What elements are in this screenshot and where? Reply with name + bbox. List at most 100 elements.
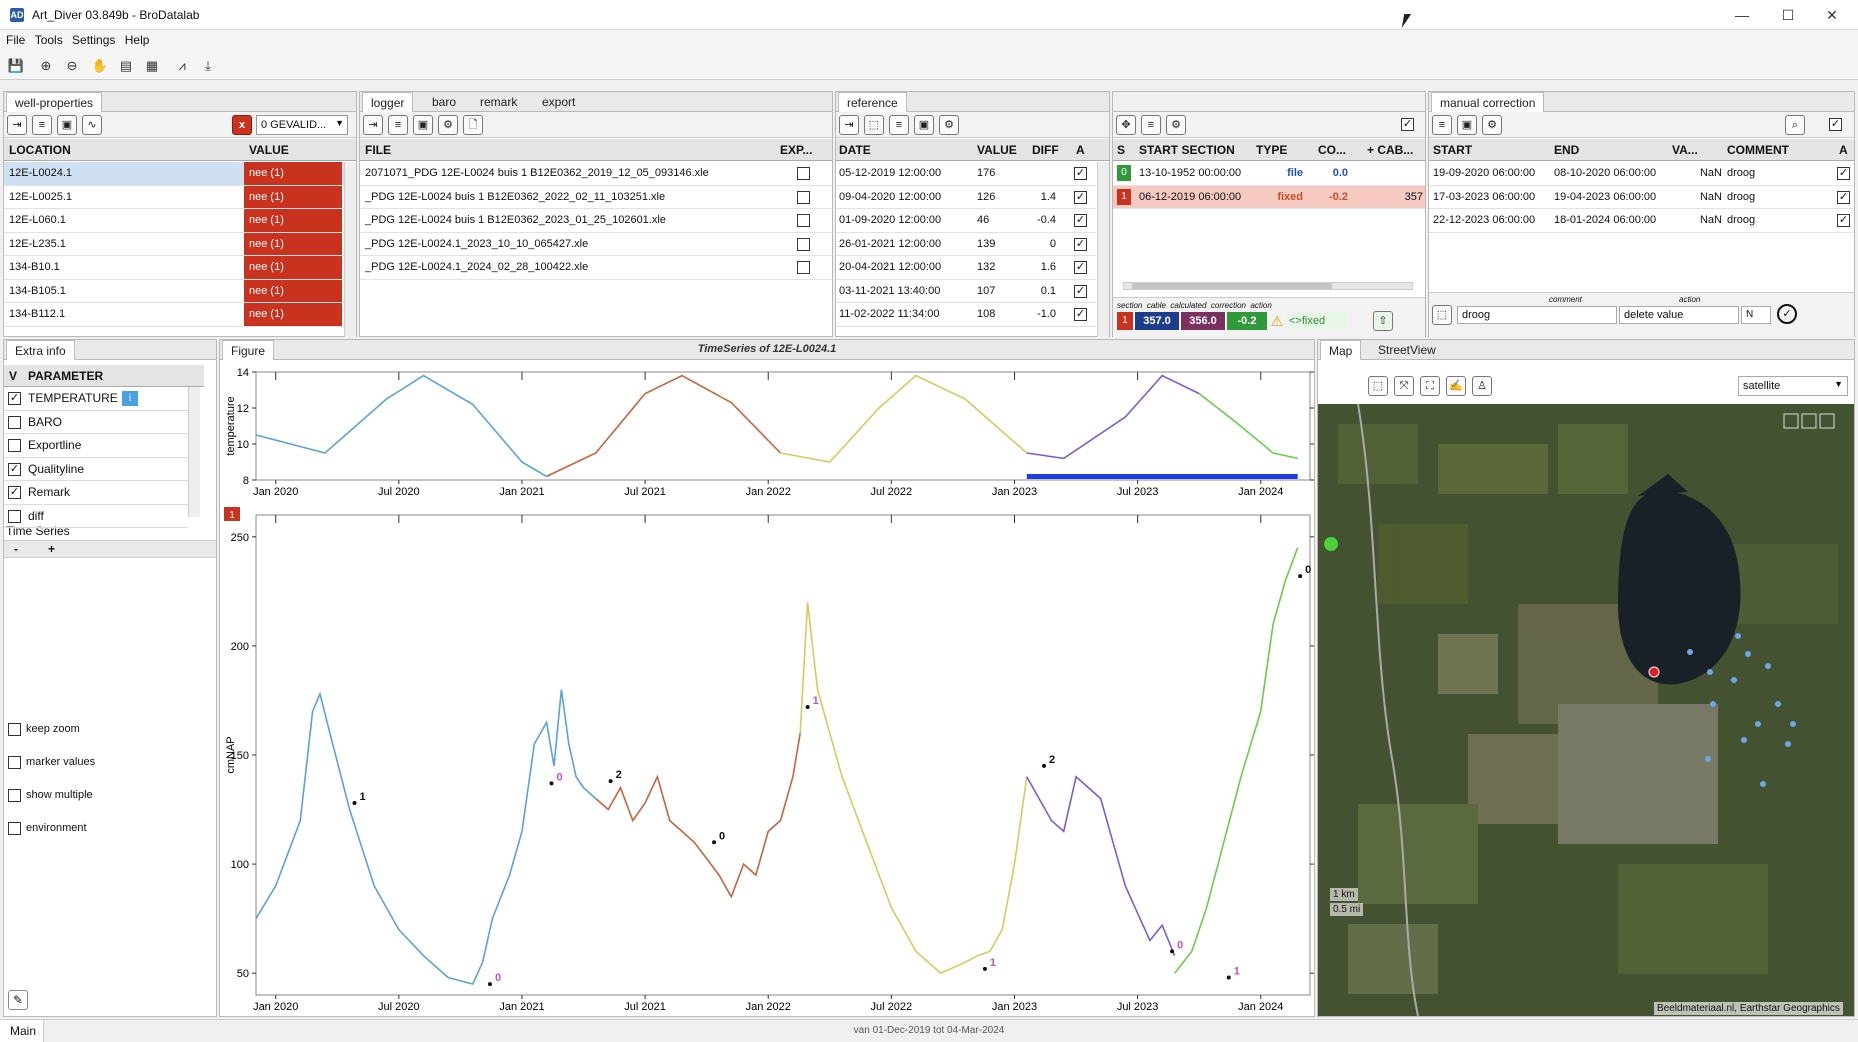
magic-wand-icon[interactable]: ✎ bbox=[8, 990, 28, 1010]
active-checkbox[interactable]: ✓ bbox=[1837, 167, 1850, 180]
import-icon[interactable]: ⇥ bbox=[7, 115, 27, 135]
section-index[interactable]: 1 bbox=[1117, 312, 1133, 330]
list-icon[interactable]: ≡ bbox=[32, 115, 52, 135]
maximize-button[interactable]: ☐ bbox=[1768, 4, 1808, 26]
parameter-row[interactable]: ✓ Qualityline bbox=[4, 458, 188, 481]
save-icon[interactable]: 💾 bbox=[6, 56, 26, 76]
apply-action-icon[interactable]: ⇧ bbox=[1373, 311, 1393, 331]
table-row[interactable]: _PDG 12E-L0024 buis 1 B12E0362_2022_02_1… bbox=[360, 186, 832, 209]
marker-point[interactable] bbox=[487, 982, 492, 987]
table-row[interactable]: 01-09-2020 12:00:00 46 -0.4 ✓ bbox=[836, 209, 1096, 233]
export-icon[interactable]: ⤓ bbox=[198, 56, 218, 76]
fullscreen-icon[interactable]: ⛶ bbox=[1420, 376, 1440, 396]
table-row[interactable]: 05-12-2019 12:00:00 176 ✓ bbox=[836, 162, 1096, 186]
parameter-checkbox[interactable] bbox=[8, 439, 21, 452]
table-icon[interactable]: ▣ bbox=[413, 115, 433, 135]
table-icon[interactable]: ▣ bbox=[914, 115, 934, 135]
table-row[interactable]: 2071071_PDG 12E-L0024 buis 1 B12E0362_20… bbox=[360, 162, 832, 186]
marker-point[interactable] bbox=[1298, 574, 1303, 579]
split-icon[interactable]: ✥ bbox=[1116, 115, 1136, 135]
table-row[interactable]: _PDG 12E-L0024.1_2023_10_10_065427.xle bbox=[360, 233, 832, 256]
check-circle-icon[interactable]: ✓ bbox=[1777, 304, 1797, 324]
export-checkbox[interactable] bbox=[797, 190, 810, 204]
remove-series-button[interactable]: - bbox=[14, 542, 18, 556]
tab-manual-correction[interactable]: manual correction bbox=[1431, 92, 1545, 112]
zoom-selection-bar[interactable] bbox=[1026, 474, 1298, 479]
parameter-checkbox[interactable] bbox=[8, 509, 21, 523]
export-checkbox[interactable] bbox=[797, 261, 810, 274]
zoom-in-icon[interactable]: ⊕ bbox=[36, 56, 56, 76]
option-checkbox[interactable] bbox=[8, 789, 21, 802]
export-checkbox[interactable] bbox=[797, 237, 810, 251]
select-all-checkbox[interactable]: ✓ bbox=[1829, 118, 1842, 131]
table-row[interactable]: 134-B112.1 nee (1) bbox=[4, 303, 344, 327]
search-icon[interactable]: ⌕ bbox=[1785, 115, 1805, 135]
parameter-checkbox[interactable]: ✓ bbox=[8, 392, 21, 405]
list-icon[interactable]: ≡ bbox=[1141, 115, 1161, 135]
tab-baro[interactable]: baro bbox=[424, 92, 464, 112]
list-icon[interactable]: ≡ bbox=[889, 115, 909, 135]
new-file-icon[interactable]: 🗋 bbox=[463, 115, 483, 135]
active-checkbox[interactable]: ✓ bbox=[1074, 214, 1087, 227]
document-icon[interactable]: ▤ bbox=[116, 56, 136, 76]
active-checkbox[interactable]: ✓ bbox=[1074, 237, 1087, 251]
temperature-chart[interactable]: 8 10 12 14 Jan 2020 Jul 2020 Jan 2021 Jul 2021 J… bbox=[220, 362, 1314, 500]
table-row[interactable]: 17-03-2023 06:00:00 19-04-2023 06:00:00 Na… bbox=[1429, 186, 1854, 209]
validation-filter-select[interactable]: 0 GEVALID... ▼ bbox=[256, 115, 348, 135]
option-keep-zoom[interactable]: keep zoom bbox=[8, 722, 188, 738]
parameter-row[interactable]: BARO bbox=[4, 411, 188, 434]
select-icon[interactable]: ⬚ bbox=[1432, 305, 1452, 325]
marker-point[interactable] bbox=[982, 966, 987, 971]
active-checkbox[interactable]: ✓ bbox=[1074, 261, 1087, 274]
scrollbar[interactable] bbox=[1097, 162, 1109, 337]
table-row[interactable]: 12E-L060.1 nee (1) bbox=[4, 209, 344, 233]
person-icon[interactable]: ♙ bbox=[1472, 376, 1492, 396]
value-stepper[interactable]: N bbox=[1741, 306, 1771, 324]
table-row[interactable]: _PDG 12E-L0024 buis 1 B12E0362_2023_01_2… bbox=[360, 209, 832, 233]
export-checkbox[interactable] bbox=[797, 214, 810, 227]
zoom-extent-icon[interactable]: ⤧ bbox=[1394, 376, 1414, 396]
export-checkbox[interactable] bbox=[797, 167, 810, 180]
active-checkbox[interactable]: ✓ bbox=[1074, 308, 1087, 321]
graph-icon[interactable]: ∿ bbox=[82, 115, 102, 135]
option-checkbox[interactable] bbox=[8, 756, 21, 769]
import-icon[interactable]: ⇥ bbox=[363, 115, 383, 135]
table-row[interactable]: 03-11-2021 13:40:00 107 0.1 ✓ bbox=[836, 280, 1096, 303]
table-row[interactable]: 20-04-2021 12:00:00 132 1.6 ✓ bbox=[836, 256, 1096, 280]
marker-point[interactable] bbox=[1042, 763, 1047, 768]
tab-export[interactable]: export bbox=[534, 92, 583, 112]
tab-streetview[interactable]: StreetView bbox=[1370, 340, 1444, 360]
chart-icon[interactable]: ⩘ bbox=[172, 56, 192, 76]
parameter-checkbox[interactable]: ✓ bbox=[8, 462, 21, 476]
table-icon[interactable]: ▣ bbox=[1457, 115, 1477, 135]
select-box-icon[interactable]: ⬚ bbox=[1368, 376, 1388, 396]
table-row[interactable]: 0 13-10-1952 00:00:00 file 0.0 bbox=[1113, 162, 1425, 186]
add-series-button[interactable]: + bbox=[48, 542, 55, 556]
cable-value[interactable]: 357.0 bbox=[1135, 312, 1179, 330]
list-icon[interactable]: ≡ bbox=[388, 115, 408, 135]
water-level-chart[interactable]: 50100150200250Jan 2020 Jul 2020 Jan 2021 Ju… bbox=[220, 505, 1314, 1017]
table-row[interactable]: 12E-L0025.1 nee (1) bbox=[4, 185, 344, 209]
pan-hand-icon[interactable]: ✋ bbox=[90, 56, 110, 76]
select-all-checkbox[interactable]: ✓ bbox=[1401, 118, 1414, 131]
parameter-row[interactable]: Exportline bbox=[4, 434, 188, 458]
option-show-multiple[interactable]: show multiple bbox=[8, 788, 188, 804]
gear-icon[interactable]: ⚙ bbox=[1166, 115, 1186, 135]
table-row[interactable]: 12E-L0024.1 nee (1) bbox=[4, 162, 344, 186]
option-marker-values[interactable]: marker values bbox=[8, 755, 188, 771]
table-row[interactable]: 134-B105.1 nee (1) bbox=[4, 279, 344, 303]
active-checkbox[interactable]: ✓ bbox=[1074, 190, 1087, 204]
table-row[interactable]: 26-01-2021 12:00:00 139 0 ✓ bbox=[836, 233, 1096, 256]
marker-point[interactable] bbox=[1170, 949, 1175, 954]
table-row[interactable]: 12E-L235.1 nee (1) bbox=[4, 232, 344, 256]
option-checkbox[interactable] bbox=[8, 822, 21, 835]
menu-settings[interactable]: Settings bbox=[66, 30, 115, 47]
comment-input[interactable]: droog bbox=[1457, 306, 1617, 324]
action-value[interactable]: <>fixed bbox=[1287, 312, 1347, 330]
table-row[interactable]: 19-09-2020 06:00:00 08-10-2020 06:00:00 Na… bbox=[1429, 162, 1854, 186]
scrollbar[interactable] bbox=[344, 162, 356, 337]
gear-icon[interactable]: ⚙ bbox=[1482, 115, 1502, 135]
import-icon[interactable]: ⇥ bbox=[839, 115, 859, 135]
grid-icon[interactable]: ▦ bbox=[142, 56, 162, 76]
horizontal-scrollbar[interactable] bbox=[1123, 282, 1413, 290]
